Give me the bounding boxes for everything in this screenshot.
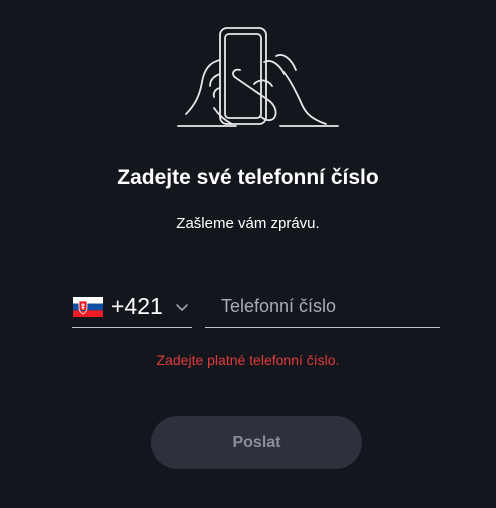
phone-number-input[interactable] [205, 296, 440, 317]
slovakia-flag-icon [73, 296, 103, 317]
page-subtitle: Zašleme vám zprávu. [176, 215, 320, 232]
country-code-selector[interactable]: +421 [72, 286, 192, 328]
dial-code: +421 [111, 293, 163, 319]
chevron-down-icon [176, 303, 188, 311]
validation-error: Zadejte platné telefonní číslo. [156, 352, 340, 368]
phone-number-field [205, 286, 440, 328]
phone-in-hand-illustration [177, 27, 339, 127]
page-title: Zadejte své telefonní číslo [117, 166, 379, 189]
send-button[interactable]: Poslat [151, 416, 362, 469]
